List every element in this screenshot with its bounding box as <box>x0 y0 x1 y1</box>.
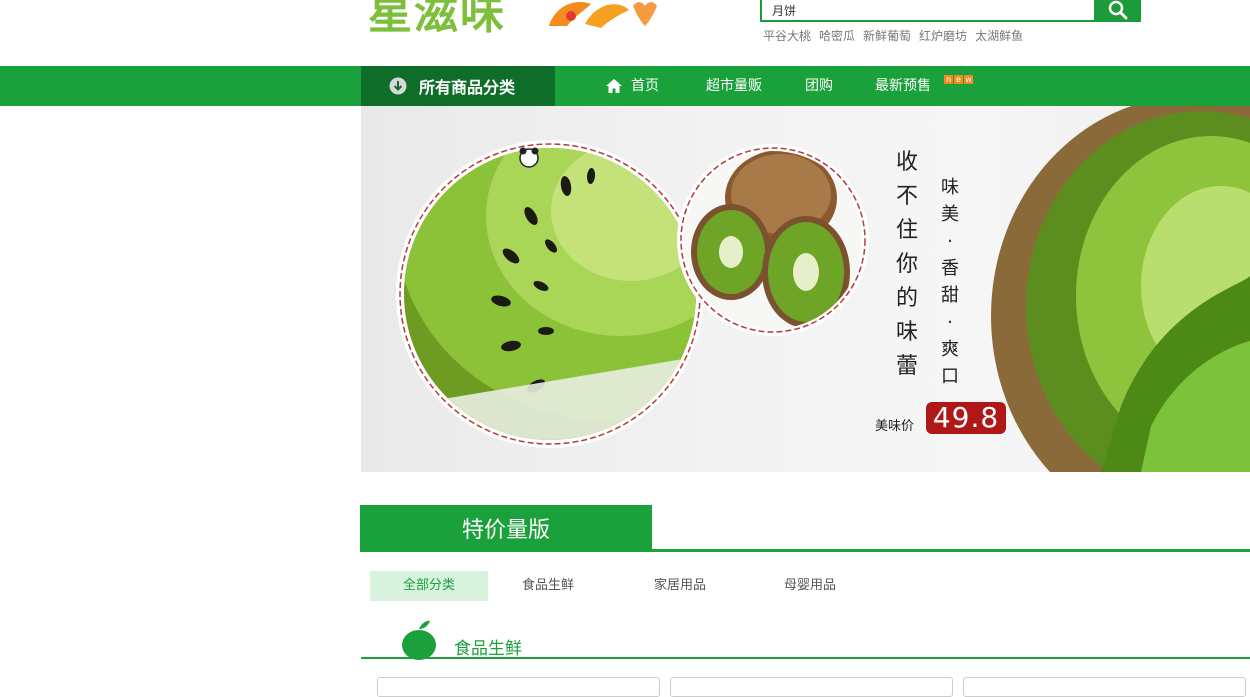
nav-item-group-buy[interactable]: 团购 <box>805 66 833 106</box>
subcategory-title: 食品生鲜 <box>454 639 522 659</box>
filter-tab-baby-goods[interactable]: 母婴用品 <box>762 571 858 601</box>
filter-tab-fresh-food[interactable]: 食品生鲜 <box>500 571 596 601</box>
filter-tab-all[interactable]: 全部分类 <box>370 571 488 601</box>
nav-item-label: 超市量贩 <box>706 78 762 94</box>
filter-tab-home-goods[interactable]: 家居用品 <box>632 571 728 601</box>
new-badge-letter: w <box>964 75 973 84</box>
nav-item-home[interactable]: 首页 <box>605 66 659 106</box>
price-label: 美味价 <box>875 419 915 434</box>
banner-headline: 收不住你的味蕾 <box>895 150 918 379</box>
main-navbar: 所有商品分类 首页 超市量贩 团购 最新预售 n e w <box>0 66 1250 106</box>
section-title: 特价量版 <box>360 505 652 549</box>
hot-keyword[interactable]: 太湖鲜鱼 <box>975 27 1023 44</box>
search-button[interactable] <box>1094 0 1141 22</box>
nav-item-label: 最新预售 <box>875 78 931 94</box>
product-card[interactable] <box>670 677 953 697</box>
hot-keyword[interactable]: 新鲜葡萄 <box>863 27 911 44</box>
logo-text: 星滋味 <box>368 0 506 39</box>
promo-banner[interactable]: 收不住你的味蕾 味美·香甜·爽口 美味价 49.8 <box>361 106 1250 472</box>
search-icon <box>1108 0 1127 20</box>
nav-item-label: 团购 <box>805 78 833 94</box>
new-badge-letter: e <box>954 75 963 84</box>
all-categories-label: 所有商品分类 <box>419 78 516 97</box>
nav-item-presale[interactable]: 最新预售 <box>875 66 931 106</box>
home-icon <box>606 79 622 93</box>
search-bar <box>760 0 1141 22</box>
subcategory-divider <box>361 657 1250 659</box>
all-categories-button[interactable]: 所有商品分类 <box>361 66 555 106</box>
site-logo[interactable]: 星滋味 <box>368 0 506 42</box>
hot-keyword[interactable]: 哈密瓜 <box>819 27 855 44</box>
new-badge: n e w <box>944 75 973 84</box>
new-badge-letter: n <box>944 75 953 84</box>
hot-keyword[interactable]: 红炉磨坊 <box>919 27 967 44</box>
hot-keywords: 平谷大桃 哈密瓜 新鲜葡萄 红炉磨坊 太湖鲜鱼 <box>763 27 1023 44</box>
section-divider <box>360 549 1250 552</box>
nav-item-label: 首页 <box>631 78 659 94</box>
hot-keyword[interactable]: 平谷大桃 <box>763 27 811 44</box>
kiwi-illustration <box>396 106 1250 472</box>
nav-item-supermarket[interactable]: 超市量贩 <box>706 66 762 106</box>
price-badge: 49.8 <box>926 402 1006 434</box>
banner-tagline: 味美·香甜·爽口 <box>941 177 959 387</box>
product-card[interactable] <box>377 677 660 697</box>
apple-icon <box>402 620 436 660</box>
product-card[interactable] <box>963 677 1246 697</box>
search-input[interactable] <box>760 0 1095 22</box>
logo-mascot-icon <box>549 2 657 28</box>
down-arrow-circle-icon <box>389 77 407 95</box>
